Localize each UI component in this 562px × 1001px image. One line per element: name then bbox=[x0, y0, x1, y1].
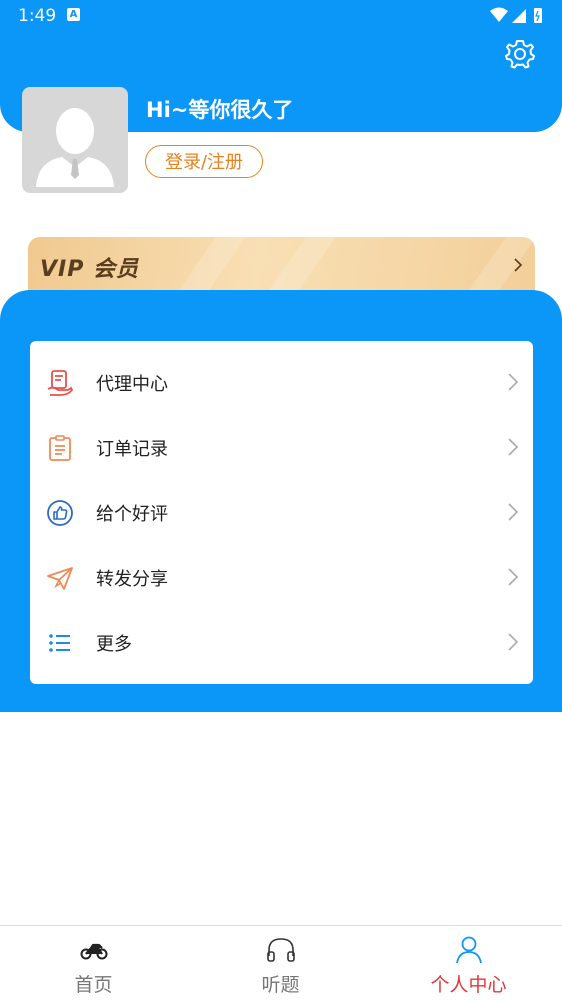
bottom-navigation: 首页 听题 个人中心 bbox=[0, 925, 562, 1001]
tab-listen[interactable]: 听题 bbox=[187, 926, 374, 1001]
chevron-right-icon bbox=[507, 567, 519, 591]
order-record-icon bbox=[46, 434, 74, 462]
share-plane-icon bbox=[46, 564, 74, 592]
status-icons bbox=[488, 6, 548, 30]
menu-item-label: 代理中心 bbox=[96, 374, 168, 395]
menu-item-share[interactable]: 转发分享 bbox=[30, 545, 533, 610]
wifi-icon bbox=[490, 7, 508, 22]
menu-item-label: 转发分享 bbox=[96, 569, 168, 590]
menu-item-order-record[interactable]: 订单记录 bbox=[30, 415, 533, 480]
menu-item-agent-center[interactable]: 代理中心 bbox=[30, 350, 533, 415]
tab-label: 个人中心 bbox=[430, 974, 507, 996]
menu-item-more[interactable]: 更多 bbox=[30, 610, 533, 675]
motorcycle-icon bbox=[78, 934, 110, 964]
default-avatar-icon bbox=[36, 108, 114, 187]
tab-home[interactable]: 首页 bbox=[0, 926, 187, 1001]
login-register-button[interactable]: 登录/注册 bbox=[145, 145, 263, 178]
tab-profile[interactable]: 个人中心 bbox=[375, 926, 562, 1001]
status-bar: 1:49 A bbox=[0, 0, 562, 32]
signal-icon bbox=[512, 9, 526, 23]
menu-item-give-review[interactable]: 给个好评 bbox=[30, 480, 533, 545]
chevron-right-icon bbox=[507, 502, 519, 526]
menu-card: 代理中心 订单记录 给个好评 转发分享 更多 bbox=[30, 341, 533, 684]
agent-icon bbox=[46, 369, 74, 397]
headphones-icon bbox=[265, 934, 297, 964]
list-icon bbox=[46, 629, 74, 657]
vip-label: VIP 会员 bbox=[40, 257, 139, 282]
settings-button[interactable] bbox=[504, 38, 536, 70]
person-icon bbox=[453, 934, 485, 964]
chevron-right-icon bbox=[513, 257, 523, 277]
gear-icon bbox=[505, 40, 535, 69]
menu-item-label: 订单记录 bbox=[96, 439, 168, 460]
notification-badge: A bbox=[67, 8, 80, 21]
avatar[interactable] bbox=[22, 87, 128, 193]
greeting-text: Hi~等你很久了 bbox=[146, 98, 294, 122]
chevron-right-icon bbox=[507, 437, 519, 461]
menu-item-label: 更多 bbox=[96, 634, 132, 655]
status-time: 1:49 bbox=[18, 6, 57, 26]
thumbs-up-icon bbox=[46, 499, 74, 527]
chevron-right-icon bbox=[507, 632, 519, 656]
tab-label: 听题 bbox=[261, 974, 300, 996]
menu-item-label: 给个好评 bbox=[96, 504, 168, 525]
tab-label: 首页 bbox=[74, 974, 113, 996]
chevron-right-icon bbox=[507, 372, 519, 396]
